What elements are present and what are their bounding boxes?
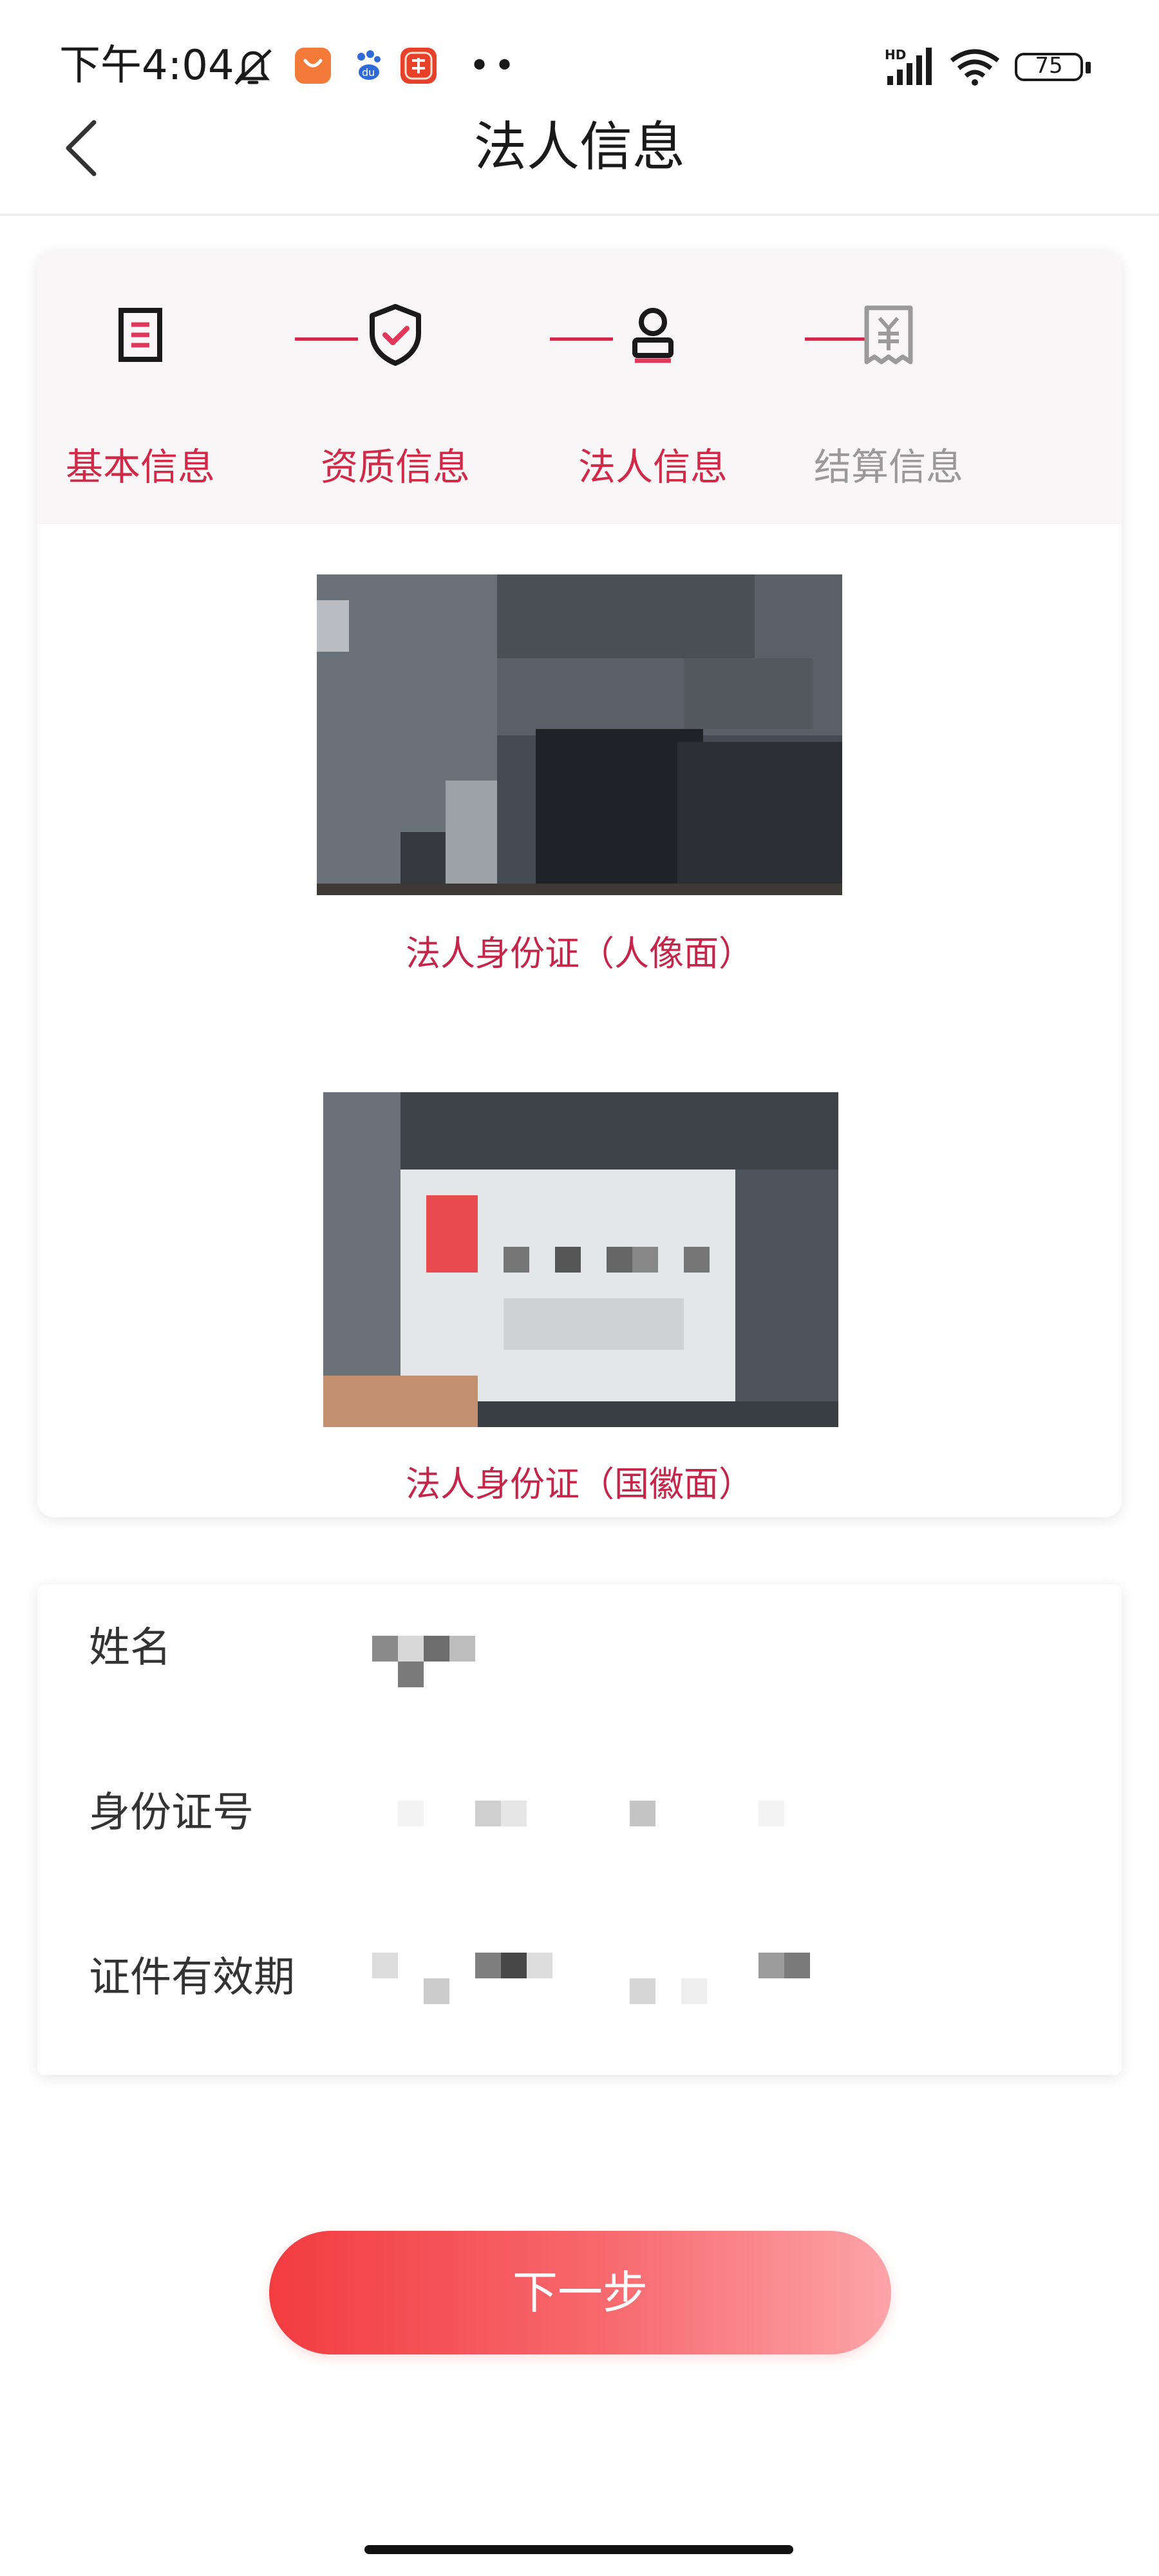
wifi-icon <box>950 49 1000 86</box>
yuan-receipt-icon <box>864 305 913 365</box>
chevron-left-icon <box>66 120 97 176</box>
id-front-caption: 法人身份证（人像面） <box>406 933 753 974</box>
progress-steps: 基本信息 资质信息 法人信息 结算信息 <box>37 251 1122 524</box>
id-back-photo[interactable] <box>323 1092 838 1427</box>
more-dots-icon: •• <box>469 45 520 87</box>
battery-nub <box>1086 62 1091 73</box>
nav-divider <box>0 214 1159 216</box>
id-card-upload-card: 基本信息 资质信息 法人信息 结算信息 法人身份证（人像面） 法人身份证（国徽面… <box>37 251 1122 1517</box>
name-value-redacted <box>372 1610 1016 1687</box>
id-front-photo[interactable] <box>317 574 842 895</box>
id-number-row: 身份证号 <box>37 1749 1122 1878</box>
legal-person-form: 姓名 身份证号 证件有效期 <box>37 1584 1122 2075</box>
back-button[interactable] <box>58 116 109 180</box>
page-title: 法人信息 <box>473 117 685 178</box>
validity-value-redacted <box>372 1940 1016 2017</box>
screen: 下午4:04 du •• HD 75 法人信息 基本信息 资质信息 法人信息 结… <box>0 0 1159 2576</box>
taobao-icon <box>400 48 437 84</box>
step-label: 基本信息 <box>65 445 215 489</box>
step-qualification-info[interactable]: 资质信息 <box>292 303 498 489</box>
step-label: 法人信息 <box>578 445 728 489</box>
battery-level: 75 <box>1035 53 1063 79</box>
status-bar: 下午4:04 du •• HD 75 <box>0 0 1159 103</box>
step-label: 资质信息 <box>320 445 470 489</box>
mute-icon <box>234 49 272 85</box>
baidu-icon: du <box>357 50 381 80</box>
validity-row: 证件有效期 <box>37 1914 1122 2043</box>
status-time: 下午4:04 <box>59 42 234 90</box>
id-number-label: 身份证号 <box>89 1789 254 1837</box>
shield-check-icon <box>370 304 421 366</box>
shopping-app-icon <box>295 48 331 84</box>
step-label: 结算信息 <box>813 445 963 489</box>
step-settlement-info[interactable]: 结算信息 <box>786 303 992 489</box>
step-legal-person-info[interactable]: 法人信息 <box>550 303 756 489</box>
home-indicator[interactable] <box>364 2545 793 2554</box>
id-back-caption: 法人身份证（国徽面） <box>406 1464 753 1504</box>
document-icon <box>118 308 162 362</box>
signal-icon: HD <box>885 47 932 85</box>
name-row: 姓名 <box>37 1584 1122 1713</box>
id-number-value-redacted <box>372 1775 1016 1852</box>
svg-text:du: du <box>362 66 375 79</box>
validity-label: 证件有效期 <box>89 1954 295 2002</box>
name-label: 姓名 <box>89 1624 171 1672</box>
step-basic-info[interactable]: 基本信息 <box>37 303 243 489</box>
person-icon <box>632 308 674 363</box>
next-step-button[interactable]: 下一步 <box>269 2231 891 2354</box>
network-label: HD <box>885 47 906 62</box>
